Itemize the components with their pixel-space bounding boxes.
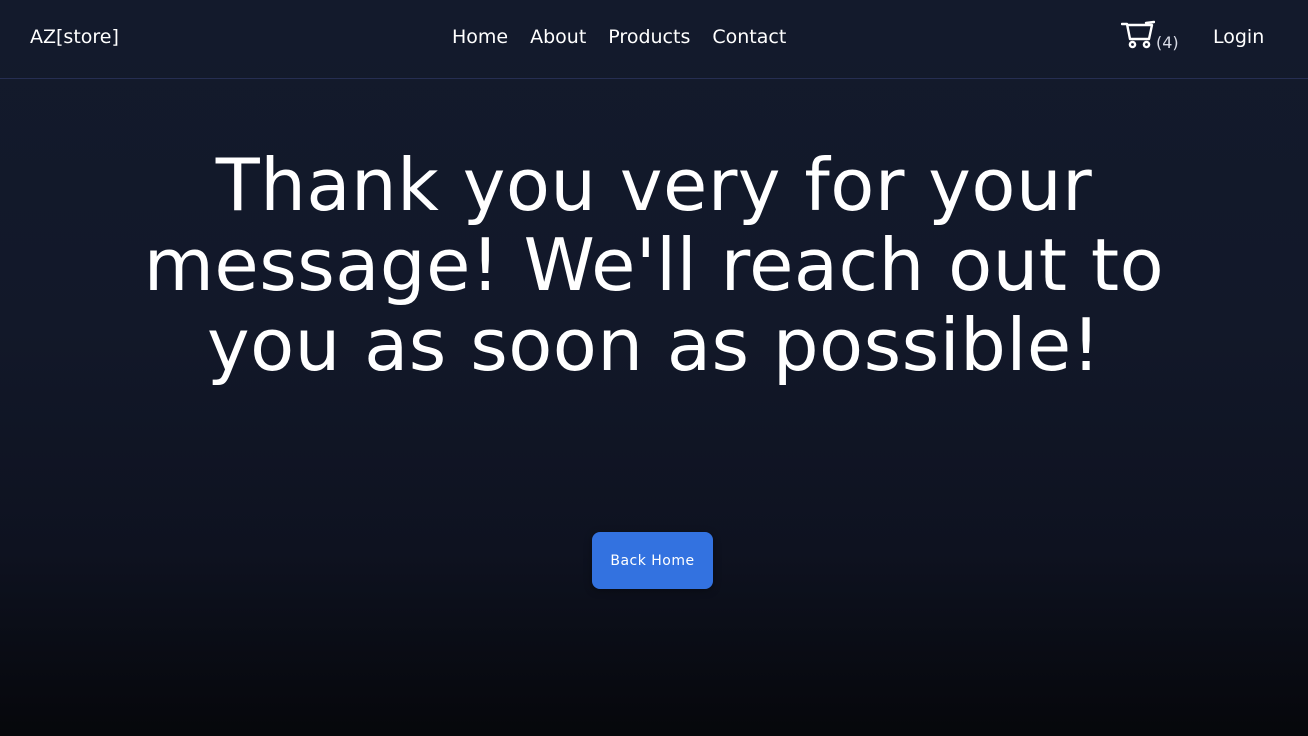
navbar: AZ[store] Home About Products Contact (4… (0, 0, 1308, 79)
nav-link-home[interactable]: Home (452, 25, 508, 49)
thank-you-message: Thank you very for your message! We'll r… (143, 143, 1165, 387)
nav-link-contact[interactable]: Contact (712, 25, 786, 49)
back-home-button[interactable]: Back Home (592, 532, 713, 589)
brand-logo[interactable]: AZ[store] (30, 25, 119, 49)
main-nav: Home About Products Contact (452, 25, 786, 49)
nav-link-products[interactable]: Products (608, 25, 690, 49)
cart-icon (1121, 20, 1155, 50)
cart-button[interactable]: (4) (1121, 20, 1179, 52)
login-link[interactable]: Login (1213, 25, 1264, 49)
nav-link-about[interactable]: About (530, 25, 586, 49)
cart-count: (4) (1156, 33, 1179, 52)
